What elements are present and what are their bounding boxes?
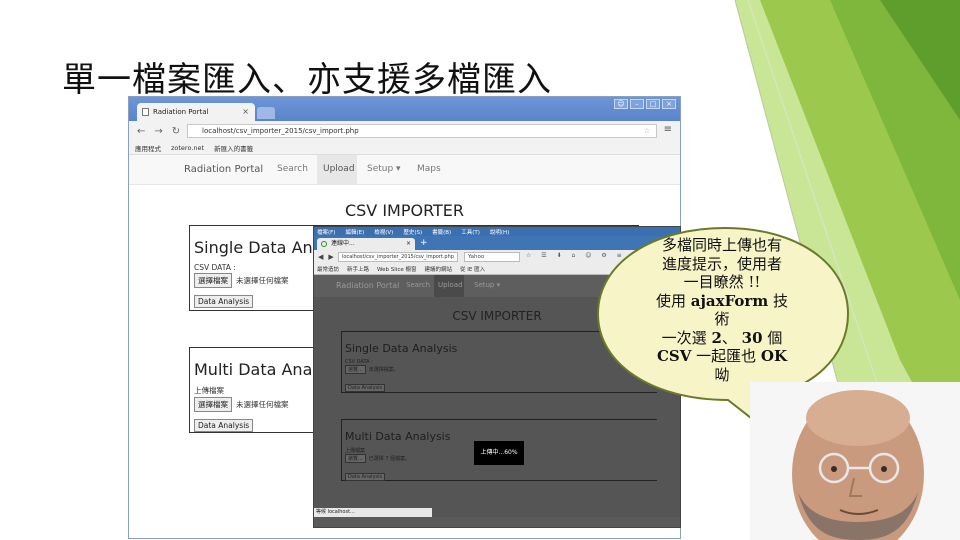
file-status: 未選擇檔案。	[368, 367, 399, 373]
nav-setup[interactable]: Setup ▾	[367, 164, 401, 174]
nav-setup[interactable]: Setup ▾	[474, 281, 500, 289]
firefox-address-bar[interactable]: localhost/csv_importer_2015/csv_import.p…	[338, 252, 458, 262]
bubble-line-2: 進度提示，使用者	[661, 254, 782, 273]
data-analysis-button[interactable]: Data Analysis	[345, 384, 386, 392]
nav-upload[interactable]: Upload	[323, 164, 355, 174]
slide-title: 單一檔案匯入、亦支援多檔匯入	[62, 60, 552, 100]
menu-view[interactable]: 檢視(V)	[374, 228, 393, 236]
files-status: 已選擇 7 個檔案。	[368, 456, 411, 462]
nav-maps[interactable]: Maps	[417, 164, 441, 174]
choose-file-button[interactable]: 選擇檔案	[194, 273, 232, 288]
menu-file[interactable]: 檔案(F)	[317, 228, 335, 236]
chrome-toolbar: ← → ↻ localhost/csv_importer_2015/csv_im…	[129, 121, 680, 141]
browse-button[interactable]: 瀏覽...	[345, 365, 366, 374]
upload-progress-overlay: 上傳中...60%	[474, 441, 524, 465]
chrome-tab-strip: Radiation Portal × ☺ – □ ×	[129, 97, 680, 121]
bubble-line-4: 使用 ajaxForm 技	[656, 291, 788, 310]
new-tab-icon[interactable]: +	[420, 238, 428, 248]
bookmark-getting-started[interactable]: 新手上路	[347, 265, 369, 273]
bookmark-web-slice[interactable]: Web Slice 櫥窗	[377, 265, 416, 273]
menu-history[interactable]: 歷史(S)	[403, 228, 422, 236]
new-tab-button[interactable]	[257, 107, 275, 119]
nav-search[interactable]: Search	[277, 164, 308, 174]
window-controls: ☺ – □ ×	[614, 99, 676, 109]
close-tab-icon[interactable]: ×	[242, 103, 249, 121]
forward-icon[interactable]: ▶	[328, 253, 333, 261]
page-title: CSV IMPORTER	[344, 201, 465, 220]
reload-icon[interactable]: ↻	[172, 126, 180, 137]
multi-data-analysis-button[interactable]: Data Analysis	[345, 473, 386, 481]
multi-data-analysis-button[interactable]: Data Analysis	[194, 419, 254, 432]
file-status: 未選擇任何檔案	[236, 276, 289, 285]
nav-search[interactable]: Search	[406, 281, 430, 289]
menu-edit[interactable]: 編輯(E)	[345, 228, 364, 236]
chrome-tab[interactable]: Radiation Portal ×	[137, 103, 255, 121]
back-icon[interactable]: ←	[137, 126, 145, 137]
menu-tools[interactable]: 工具(T)	[461, 228, 480, 236]
address-text: localhost/csv_importer_2015/csv_import.p…	[202, 127, 359, 135]
close-tab-icon[interactable]: ×	[406, 238, 411, 250]
bookmark-ie-import[interactable]: 從 IE 匯入	[460, 265, 485, 273]
bookmark-apps[interactable]: 應用程式	[135, 143, 161, 153]
bubble-line-1: 多檔同時上傳也有	[661, 236, 782, 254]
firefox-search-input[interactable]: Yahoo	[464, 252, 520, 262]
page-icon	[142, 108, 149, 116]
bookmark-imported[interactable]: 新匯入的書籤	[214, 143, 253, 153]
nav-upload[interactable]: Upload	[438, 281, 463, 289]
bubble-line-3: 一目瞭然 !!	[683, 273, 761, 291]
status-bar: 等候 localhost...	[314, 508, 432, 517]
bookmark-star-icon[interactable]: ☆	[644, 125, 650, 138]
chrome-menu-icon[interactable]: ≡	[664, 124, 672, 135]
bookmark-most-visited[interactable]: 最常造訪	[317, 265, 339, 273]
forward-icon[interactable]: →	[154, 126, 162, 137]
data-analysis-button[interactable]: Data Analysis	[194, 295, 254, 308]
bookmark-zotero[interactable]: zotero.net	[171, 144, 204, 152]
firefox-tab-title: 連線中...	[331, 240, 355, 247]
back-icon[interactable]: ◀	[318, 253, 323, 261]
bubble-line-5: 術	[714, 310, 730, 328]
firefox-tab[interactable]: 連線中... ×	[317, 238, 415, 250]
close-window-icon[interactable]: ×	[662, 99, 676, 109]
bubble-line-6: 一次選 2、 30 個	[661, 328, 783, 347]
address-bar[interactable]: localhost/csv_importer_2015/csv_import.p…	[187, 124, 657, 138]
navbar-brand[interactable]: Radiation Portal	[336, 281, 399, 290]
bookmarks-bar: 應用程式 zotero.net 新匯入的書籤	[129, 141, 680, 155]
navbar-brand[interactable]: Radiation Portal	[184, 164, 263, 175]
choose-files-button[interactable]: 選擇檔案	[194, 397, 232, 412]
presenter-portrait	[750, 382, 960, 540]
bubble-line-7: CSV 一起匯也 OK	[656, 347, 788, 365]
minimize-icon[interactable]: –	[630, 99, 644, 109]
loading-spinner-icon	[321, 241, 327, 247]
user-icon[interactable]: ☺	[614, 99, 628, 109]
portrait-illustration	[750, 382, 960, 540]
menu-help[interactable]: 說明(H)	[490, 228, 509, 236]
menu-bookmarks[interactable]: 書籤(B)	[432, 228, 451, 236]
browse-files-button[interactable]: 瀏覽...	[345, 454, 366, 463]
speech-bubble-text: 多檔同時上傳也有 進度提示，使用者 一目瞭然 !! 使用 ajaxForm 技 …	[632, 236, 812, 384]
maximize-icon[interactable]: □	[646, 99, 660, 109]
bookmark-suggested[interactable]: 建議的網站	[424, 265, 452, 273]
files-status: 未選擇任何檔案	[236, 400, 289, 409]
chrome-tab-title: Radiation Portal	[153, 108, 209, 116]
app-navbar: Radiation Portal Search Upload Setup ▾ M…	[129, 155, 680, 185]
